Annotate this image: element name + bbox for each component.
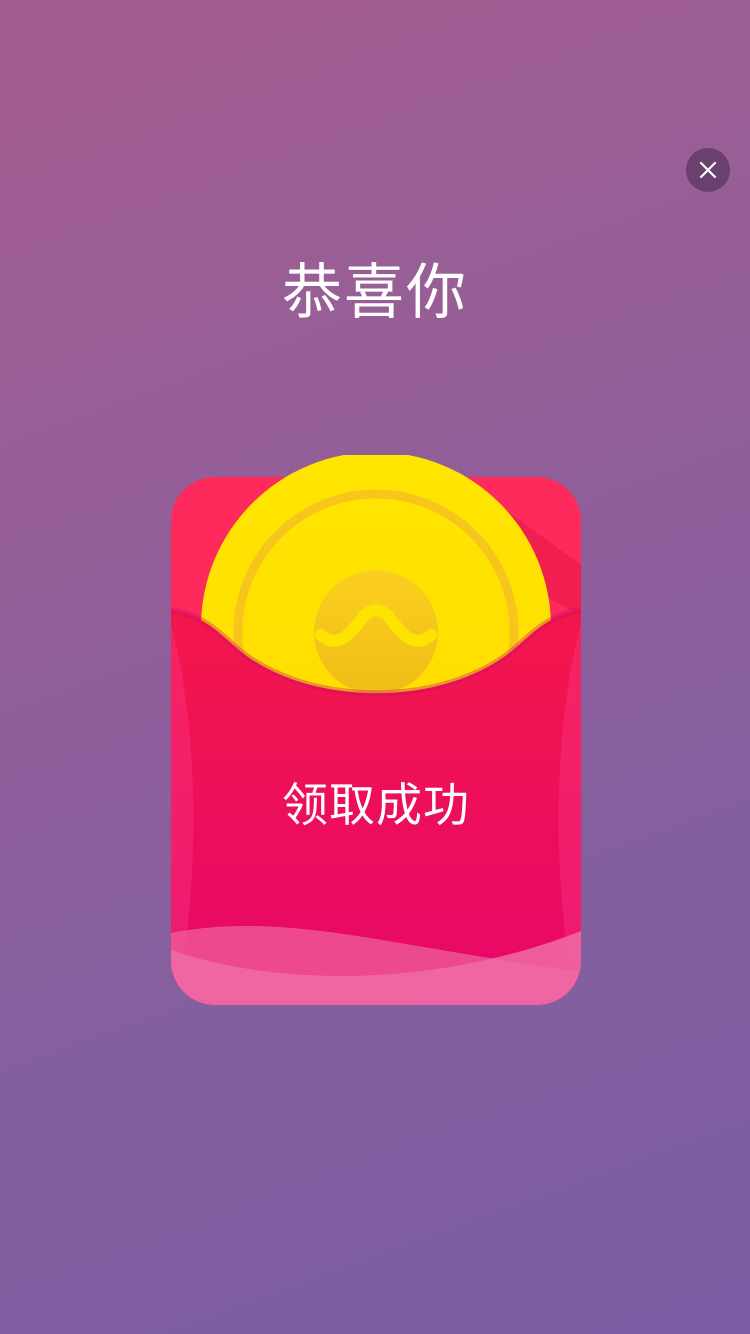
red-envelope[interactable]: 领取成功 (171, 455, 581, 1007)
red-envelope-graphic (171, 455, 581, 1005)
close-icon (699, 161, 717, 179)
close-button[interactable] (686, 148, 730, 192)
status-text: 领取成功 (282, 778, 470, 832)
congrats-title: 恭喜你 (282, 258, 468, 328)
